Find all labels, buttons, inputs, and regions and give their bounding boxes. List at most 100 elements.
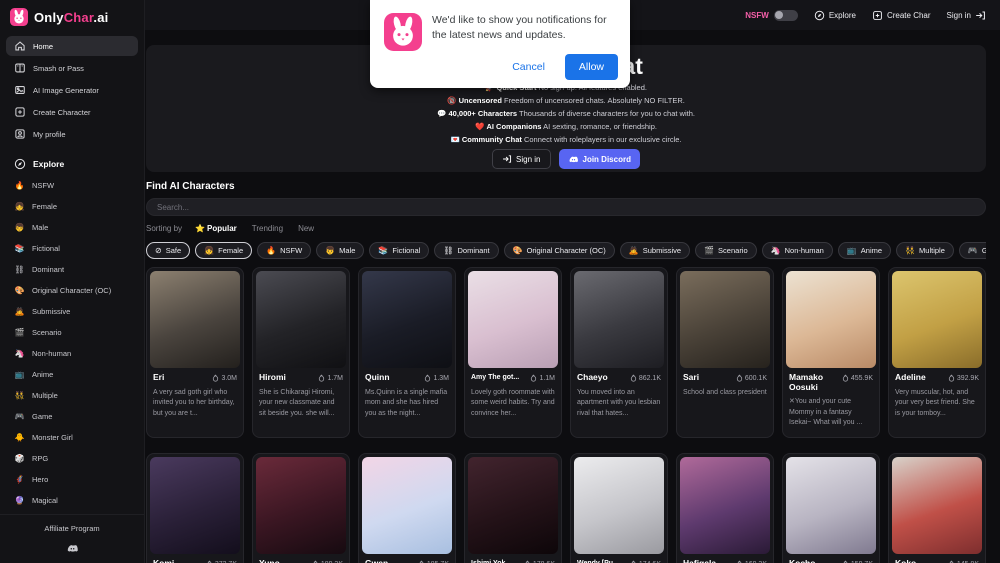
character-card[interactable]: Komi 372.7K (146, 453, 244, 563)
sidebar-tag-item[interactable]: 🎬 Scenario (0, 322, 144, 343)
chip-emoji-icon: ⛓ (443, 246, 453, 255)
chat-count: 1.1M (530, 374, 555, 382)
toggle-knob (775, 11, 783, 19)
sidebar-tag-item[interactable]: 📚 Fictional (0, 238, 144, 259)
discord-icon (568, 154, 579, 165)
character-card[interactable]: Kocho 159.7K (782, 453, 880, 563)
character-card[interactable]: Yuno 189.2K (252, 453, 350, 563)
header-explore-button[interactable]: Explore (814, 10, 856, 21)
sidebar-explore-header[interactable]: Explore (0, 148, 144, 175)
sort-option[interactable]: ⭐Popular (195, 224, 237, 233)
character-card[interactable]: Amy The got... 1.1M Lovely goth roommate… (464, 267, 562, 438)
filter-chip[interactable]: 🎬 Scenario (695, 242, 757, 259)
character-card[interactable]: Eri 3.0M A very sad goth girl who invite… (146, 267, 244, 438)
sort-option[interactable]: Trending (250, 224, 283, 233)
affiliate-program-link[interactable]: Affiliate Program (0, 524, 144, 533)
character-image (362, 271, 452, 368)
discord-icon[interactable] (0, 542, 144, 555)
filter-chip[interactable]: 🎮 Game (959, 242, 986, 259)
character-card[interactable]: Hafigela 169.3K (676, 453, 774, 563)
sidebar-tag-item[interactable]: 🙇 Submissive (0, 301, 144, 322)
tag-label: Dominant (32, 265, 64, 274)
chip-label: NSFW (280, 246, 302, 255)
sort-option[interactable]: New (296, 224, 314, 233)
filter-chip[interactable]: ⊘ Safe (146, 242, 190, 259)
chip-emoji-icon: 👦 (325, 246, 335, 255)
character-card[interactable]: Sari 600.1K School and class president (676, 267, 774, 438)
tag-emoji-icon: 🔥 (14, 181, 25, 190)
notification-message: We'd like to show you notifications for … (432, 13, 617, 43)
sidebar-menu-item[interactable]: Create Character (6, 102, 138, 122)
character-name: Yuno (259, 559, 280, 563)
chip-emoji-icon: 📺 (847, 246, 857, 255)
character-card[interactable]: Ishimi Yok... 178.6K (464, 453, 562, 563)
sidebar-tag-item[interactable]: 👯 Multiple (0, 385, 144, 406)
filter-chip[interactable]: 🎨 Original Character (OC) (504, 242, 615, 259)
nsfw-toggle[interactable] (774, 10, 798, 21)
chip-label: Male (339, 246, 355, 255)
character-card[interactable]: Adeline 392.9K Very muscular, hot, and y… (888, 267, 986, 438)
feature-emoji-icon: ❤️ (475, 122, 484, 131)
tag-label: Scenario (32, 328, 62, 337)
sidebar-tags: 🔥 NSFW 👧 Female 👦 Male 📚 Fictional ⛓ Dom… (0, 175, 144, 511)
filter-chip[interactable]: 👯 Multiple (896, 242, 954, 259)
sidebar-menu-item[interactable]: AI Image Generator (6, 80, 138, 100)
hero-signin-button[interactable]: Sign in (492, 149, 550, 169)
character-card[interactable]: Wendy [Pu... 174.6K (570, 453, 668, 563)
chip-label: Anime (861, 246, 882, 255)
filter-chip[interactable]: 👦 Male (316, 242, 364, 259)
chip-emoji-icon: 📚 (378, 246, 388, 255)
feature-emoji-icon: 💌 (450, 135, 459, 144)
cancel-button[interactable]: Cancel (512, 61, 545, 73)
sidebar-tag-item[interactable]: 🎨 Original Character (OC) (0, 280, 144, 301)
sidebar-tag-item[interactable]: 🔥 NSFW (0, 175, 144, 196)
sidebar-menu-item[interactable]: Home (6, 36, 138, 56)
character-card[interactable]: Gwen 185.7K (358, 453, 456, 563)
chat-count: 1.3M (424, 374, 449, 382)
explore-label: Explore (33, 159, 64, 169)
character-card[interactable]: Chaeyo 862.1K You moved into an apartmen… (570, 267, 668, 438)
sidebar-tag-item[interactable]: 🔮 Magical (0, 490, 144, 511)
sidebar-menu-item[interactable]: My profile (6, 124, 138, 144)
chat-count: 862.1K (630, 374, 661, 382)
sidebar-tag-item[interactable]: 🐥 Monster Girl (0, 427, 144, 448)
header-signin-button[interactable]: Sign in (947, 10, 986, 21)
filter-chip[interactable]: 📚 Fictional (369, 242, 429, 259)
character-card[interactable]: Mamako Oosuki 455.9K ✕You and your cute … (782, 267, 880, 438)
tag-emoji-icon: 🔮 (14, 496, 25, 505)
filter-chip[interactable]: 🙇 Submissive (620, 242, 690, 259)
sidebar-tag-item[interactable]: ⛓ Dominant (0, 259, 144, 280)
tag-emoji-icon: 🙇 (14, 307, 25, 316)
sidebar-tag-item[interactable]: 🎮 Game (0, 406, 144, 427)
character-name: Adeline (895, 373, 926, 383)
sidebar-tag-item[interactable]: 🦄 Non-human (0, 343, 144, 364)
filter-chip[interactable]: 👧 Female (195, 242, 252, 259)
character-description: Ms.Quinn is a single mafia mom and she h… (365, 388, 449, 420)
chip-emoji-icon: 🎬 (704, 246, 714, 255)
character-card[interactable]: Hiromi 1.7M She is Chikaragi Hiromi, you… (252, 267, 350, 438)
character-card[interactable]: Quinn 1.3M Ms.Quinn is a single mafia mo… (358, 267, 456, 438)
search-input[interactable] (146, 198, 986, 216)
filter-chip[interactable]: 🦄 Non-human (762, 242, 833, 259)
header-create-char-button[interactable]: Create Char (872, 10, 931, 21)
sidebar-tag-item[interactable]: 🎲 RPG (0, 448, 144, 469)
allow-button[interactable]: Allow (565, 54, 618, 80)
sidebar-tag-item[interactable]: 👦 Male (0, 217, 144, 238)
filter-chip[interactable]: 🔥 NSFW (257, 242, 311, 259)
flame-icon (530, 374, 537, 382)
chip-label: Multiple (919, 246, 945, 255)
character-card[interactable]: Koko 145.8K (888, 453, 986, 563)
brand-logo[interactable]: OnlyChar.ai (0, 0, 144, 32)
sidebar-tag-item[interactable]: 🦸 Hero (0, 469, 144, 490)
sidebar-tag-item[interactable]: 👧 Female (0, 196, 144, 217)
join-discord-button[interactable]: Join Discord (559, 149, 640, 169)
filter-chip[interactable]: 📺 Anime (838, 242, 891, 259)
filter-chip[interactable]: ⛓ Dominant (434, 242, 498, 259)
tag-label: Original Character (OC) (32, 286, 111, 295)
tag-label: Anime (32, 370, 53, 379)
star-icon: ⭐ (195, 224, 205, 233)
sidebar-menu-item[interactable]: Smash or Pass (6, 58, 138, 78)
character-image (786, 271, 876, 368)
sidebar-tag-item[interactable]: 📺 Anime (0, 364, 144, 385)
character-image (150, 457, 240, 554)
